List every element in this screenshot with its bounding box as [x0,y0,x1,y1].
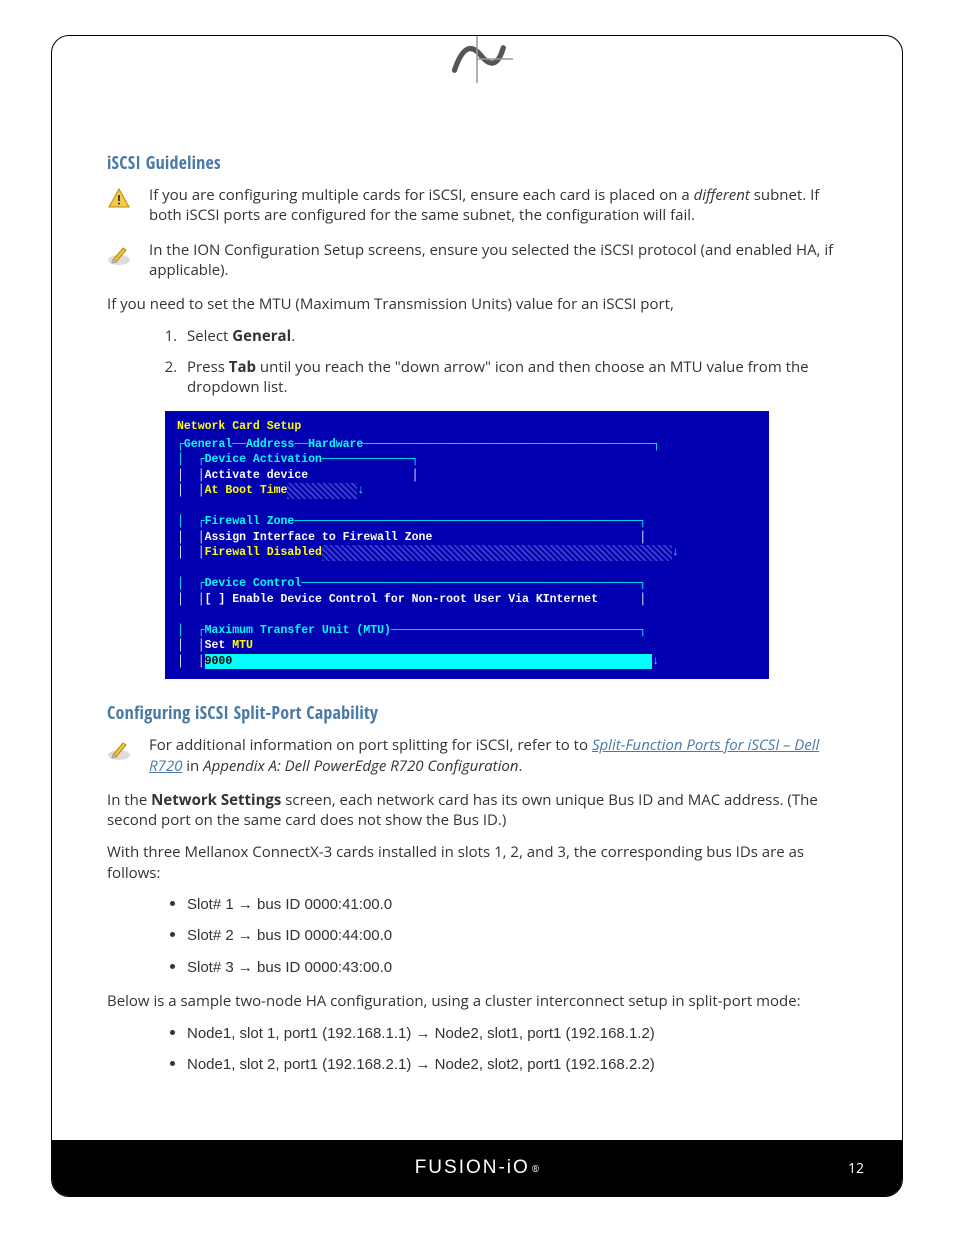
node-1-item: Node1, slot 1, port1 (192.168.1.1) → Nod… [187,1024,847,1044]
pencil-icon [107,242,135,271]
footer-brand-text: FUSION-iO [415,1157,530,1179]
down-arrow-icon: ↓ [672,546,679,559]
slot-text: Slot# 2 → bus ID 0000:44:00.0 [187,927,392,944]
terminal-dc-enable: │ │[ ] Enable Device Control for Non-roo… [177,593,646,606]
mellanox-para: With three Mellanox ConnectX-3 cards ins… [107,842,847,883]
terminal-mtu-field [232,654,652,670]
footer-bar: FUSION-iO® 12 [52,1140,902,1196]
step-1: Select General. [181,326,847,346]
warning-text: If you are configuring multiple cards fo… [149,185,847,226]
terminal-title: Network Card Setup [177,419,757,435]
terminal-boot-time: At Boot Time [205,484,288,497]
brand-top-logo [407,35,547,94]
slot-text: Slot# 1 → bus ID 0000:41:00.0 [187,896,392,913]
text-fragment: │ │Set [177,639,232,652]
warning-icon [107,187,135,216]
text-fragment: Press [187,357,229,377]
text-fragment: │ │ [177,655,205,668]
registered-mark-icon: ® [532,1162,540,1175]
page-frame: iSCSI Guidelines If you are configuring … [51,35,903,1197]
down-arrow-icon: ↓ [652,655,659,668]
text-fragment: until you reach the "down arrow" icon an… [187,357,809,397]
text-fragment: │ │ [177,546,205,559]
terminal-fz-assign: │ │Assign Interface to Firewall Zone │ [177,531,646,544]
heading-split-port: Configuring iSCSI Split-Port Capability [107,701,847,725]
text-bold: General [232,326,291,346]
terminal-activate-line: │ │Activate device │ [177,469,419,482]
terminal-tabs: ┌General──Address──Hardware─────────────… [177,438,660,467]
text-fragment: │ │ [177,484,205,497]
terminal-firewall-disabled: Firewall Disabled [205,546,322,559]
network-settings-para: In the Network Settings screen, each net… [107,790,847,831]
body-mtu-intro: If you need to set the MTU (Maximum Tran… [107,294,847,314]
terminal-fz-head: │ ┌Firewall Zone────────────────────────… [177,515,646,528]
node-list: Node1, slot 1, port1 (192.168.1.1) → Nod… [107,1024,847,1075]
text-fragment: . [291,326,295,346]
terminal-dc-head: │ ┌Device Control───────────────────────… [177,577,646,590]
pencil-note-1: In the ION Configuration Setup screens, … [107,240,847,281]
terminal-screenshot: Network Card Setup ┌General──Address──Har… [165,411,769,679]
fusion-io-mark-icon [437,35,517,89]
terminal-fz-field [322,545,672,561]
text-bold: Tab [229,357,256,377]
text-emphasis: different [694,185,750,205]
slot-3-item: Slot# 3 → bus ID 0000:43:00.0 [187,958,847,978]
node-text: Node1, slot 1, port1 (192.168.1.1) → Nod… [187,1025,655,1042]
node-2-item: Node1, slot 2, port1 (192.168.2.1) → Nod… [187,1055,847,1075]
pencil-text-1: In the ION Configuration Setup screens, … [149,240,847,281]
terminal-mtu-label: MTU [232,639,253,652]
slot-text: Slot# 3 → bus ID 0000:43:00.0 [187,959,392,976]
warning-note: If you are configuring multiple cards fo… [107,185,847,226]
text-fragment: In the [107,790,151,810]
text-fragment: in [182,756,203,776]
steps-list: Select General. Press Tab until you reac… [107,326,847,397]
slot-2-item: Slot# 2 → bus ID 0000:44:00.0 [187,926,847,946]
appendix-reference: Appendix A: Dell PowerEdge R720 Configur… [203,756,518,776]
down-arrow-icon: ↓ [357,484,364,497]
text-fragment: If you are configuring multiple cards fo… [149,185,694,205]
heading-iscsi-guidelines: iSCSI Guidelines [107,151,847,175]
step-2: Press Tab until you reach the "down arro… [181,357,847,398]
pencil-icon [107,737,135,766]
text-bold: Network Settings [151,790,281,810]
slot-list: Slot# 1 → bus ID 0000:41:00.0 Slot# 2 → … [107,895,847,978]
text-fragment: . [519,756,523,776]
node-text: Node1, slot 2, port1 (192.168.2.1) → Nod… [187,1056,655,1073]
pencil-text-2: For additional information on port split… [149,735,847,776]
ha-config-para: Below is a sample two-node HA configurat… [107,991,847,1011]
terminal-boot-field [287,483,357,499]
text-fragment: For additional information on port split… [149,735,592,755]
pencil-note-2: For additional information on port split… [107,735,847,776]
content-area: iSCSI Guidelines If you are configuring … [52,36,902,1119]
slot-1-item: Slot# 1 → bus ID 0000:41:00.0 [187,895,847,915]
text-fragment: Select [187,326,232,346]
page-number: 12 [848,1159,864,1178]
terminal-mtu-value: 9000 [205,654,233,670]
terminal-mtu-head: │ ┌Maximum Transfer Unit (MTU)──────────… [177,624,646,637]
